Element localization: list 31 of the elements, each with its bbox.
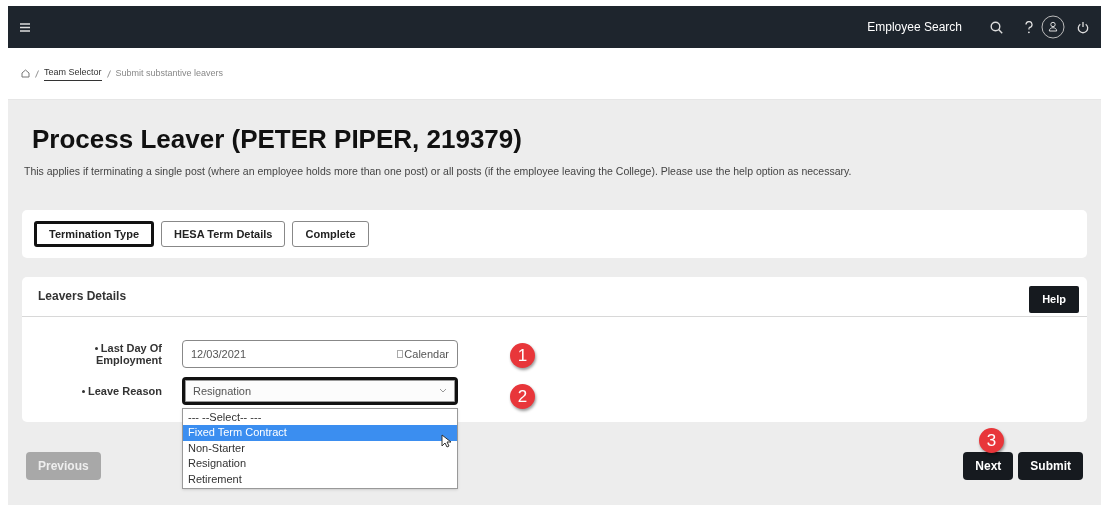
home-icon[interactable] [21, 69, 30, 78]
submit-button[interactable]: Submit [1018, 451, 1083, 480]
page-title: Process Leaver (PETER PIPER, 219379) [32, 124, 523, 154]
dropdown-option[interactable]: Non-Starter [183, 440, 457, 457]
step-tab[interactable]: HESA Term Details [161, 220, 286, 247]
description-text: This applies if terminating a single post (where an employee holds more than one post) or all posts (if the employee leaving the College). Please use the help option as necessary. [24, 164, 853, 179]
employee-search-link[interactable]: Employee Search [867, 18, 962, 36]
help-button[interactable]: Help [1029, 285, 1079, 313]
dropdown-option[interactable]: Retirement [183, 471, 457, 488]
power-icon[interactable] [1077, 20, 1089, 34]
search-icon[interactable] [990, 20, 1003, 34]
broken-image-label: Calendar [397, 345, 449, 362]
next-button[interactable]: Next [963, 451, 1014, 480]
dropdown-field[interactable]: Resignation [182, 376, 458, 405]
menu-icon[interactable] [20, 22, 30, 32]
breadcrumb-current: Submit substantive leavers [115, 66, 224, 80]
help-icon[interactable] [1025, 20, 1033, 34]
step-tab[interactable]: Complete [292, 220, 369, 247]
date-field[interactable]: 12/03/2021 Calendar [182, 339, 458, 368]
field-label: Leave Reason [62, 384, 162, 397]
dropdown-option[interactable]: Resignation [183, 456, 457, 472]
breadcrumb-separator-icon [35, 69, 39, 78]
chevron-down-icon [439, 388, 447, 394]
user-icon[interactable] [1041, 15, 1065, 39]
cursor-icon [441, 433, 451, 448]
field-label: Last Day Of Employment [93, 341, 162, 366]
dropdown-option[interactable]: --- --Select-- --- [183, 409, 457, 426]
section-title: Leavers Details [38, 288, 127, 306]
breadcrumb-separator-icon [106, 69, 111, 78]
breadcrumb-link[interactable]: Team Selector [44, 65, 102, 82]
step-tab[interactable]: Termination Type [34, 220, 155, 247]
